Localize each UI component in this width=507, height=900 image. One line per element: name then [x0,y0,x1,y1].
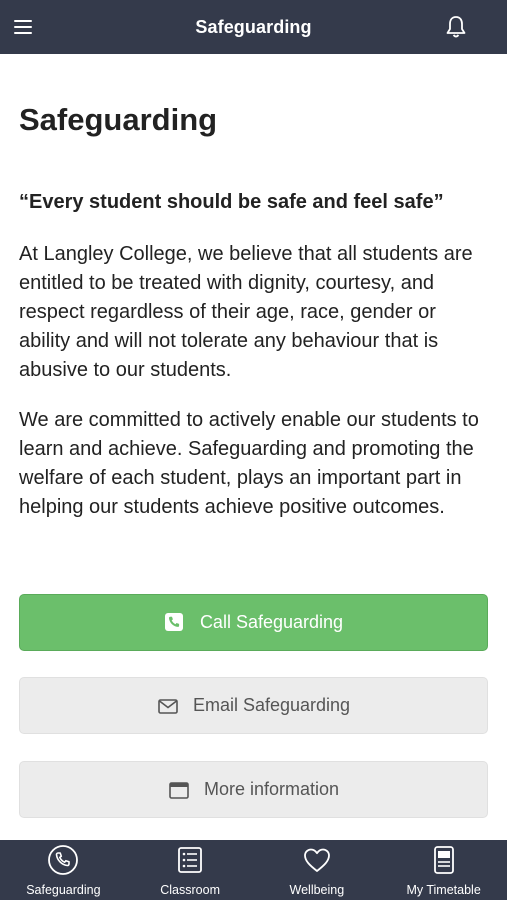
intro-paragraph: At Langley College, we believe that all … [19,243,473,381]
tab-label: Safeguarding [26,883,101,897]
commitment-paragraph: We are committed to actively enable our … [19,409,479,518]
email-safeguarding-label: Email Safeguarding [192,695,351,715]
phone-icon [164,612,186,634]
timetable-icon [428,844,460,876]
tab-label: Wellbeing [289,883,345,897]
more-information-label: More information [203,779,340,799]
tab-label: My Timetable [406,883,481,897]
tab-safeguarding[interactable]: Safeguarding [0,840,127,900]
tab-wellbeing[interactable]: Wellbeing [254,840,381,900]
more-information-button[interactable]: More information [19,761,488,818]
call-safeguarding-button[interactable]: Call Safeguarding [19,594,488,651]
envelope-icon [157,695,179,717]
heart-icon [301,844,333,876]
app-bar-title: Safeguarding [195,16,312,37]
browser-window-icon [168,779,190,801]
tab-classroom[interactable]: Classroom [127,840,254,900]
email-safeguarding-button[interactable]: Email Safeguarding [19,677,488,734]
quote-text: “Every student should be safe and feel s… [19,191,444,213]
call-safeguarding-label: Call Safeguarding [199,612,344,632]
top-app-bar: Safeguarding [0,0,507,54]
tab-my-timetable[interactable]: My Timetable [380,840,507,900]
list-icon [174,844,206,876]
hamburger-menu-icon[interactable] [12,16,34,38]
main-content: Safeguarding “Every student should be sa… [0,54,507,840]
tab-label: Classroom [160,883,220,897]
phone-circle-icon [47,844,79,876]
bottom-tab-bar: Safeguarding Classroom Wellbeing My Time… [0,840,507,900]
page-title: Safeguarding [19,102,218,137]
bell-icon[interactable] [443,14,469,40]
